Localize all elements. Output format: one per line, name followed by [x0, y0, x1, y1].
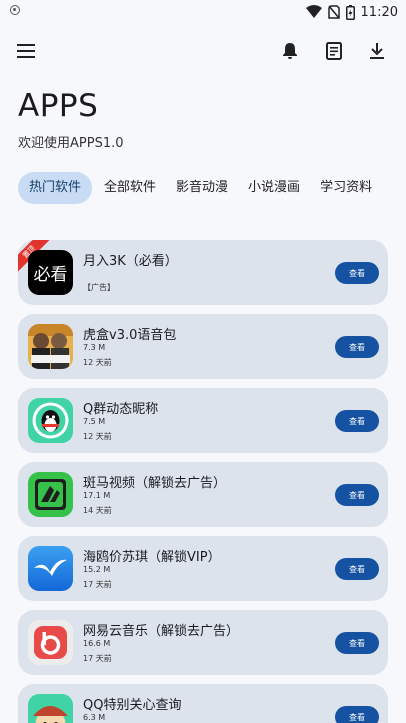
battery-charging-icon [345, 4, 355, 20]
no-sim-icon [327, 5, 340, 19]
app-updated-time: 12 天前 [83, 358, 112, 367]
cartoon-face-icon [28, 694, 73, 723]
app-name: Q群动态昵称 [83, 402, 159, 417]
list-item[interactable]: 网易云音乐（解锁去广告） 16.6 M 17 天前 查看 [18, 610, 388, 675]
app-size: 16.6 M [83, 639, 111, 648]
thumb-text: 必看 [33, 265, 68, 285]
status-icons: 11:20 [305, 3, 398, 21]
list-item[interactable]: QQ特别关心查询 6.3 M 查看 [18, 684, 388, 723]
view-button[interactable]: 查看 [335, 706, 379, 723]
document-icon [326, 42, 342, 60]
app-name: QQ特别关心查询 [83, 698, 182, 713]
app-updated-time: 17 天前 [83, 580, 112, 589]
app-size: 7.3 M [83, 343, 106, 352]
tab-novel-comics[interactable]: 小说漫画 [238, 172, 310, 204]
seagull-icon [28, 546, 73, 591]
qq-penguin-icon [28, 398, 73, 443]
app-name: 斑马视频（解锁去广告） [83, 476, 227, 491]
view-button[interactable]: 查看 [335, 632, 379, 654]
ad-label: 【广告】 [83, 283, 115, 292]
app-updated-time: 17 天前 [83, 654, 112, 663]
status-bar: 11:20 [0, 0, 406, 24]
app-list: 置顶 必看 月入3K（必看） 【广告】 查看 虎盒v3.0语音包 7.3 M 1… [18, 240, 388, 723]
huhe-avatar-icon [28, 324, 73, 369]
menu-button[interactable] [11, 36, 41, 66]
tab-all-apps[interactable]: 全部软件 [94, 172, 166, 204]
view-button[interactable]: 查看 [335, 410, 379, 432]
zebra-video-icon [28, 472, 73, 517]
hamburger-menu-icon [17, 44, 35, 58]
list-item[interactable]: 虎盒v3.0语音包 7.3 M 12 天前 查看 [18, 314, 388, 379]
status-time: 11:20 [360, 4, 398, 20]
app-name: 虎盒v3.0语音包 [83, 328, 177, 343]
bell-icon [283, 43, 297, 59]
view-button[interactable]: 查看 [335, 558, 379, 580]
page-subtitle: 欢迎使用APPS1.0 [18, 136, 124, 151]
tab-hot-apps[interactable]: 热门软件 [18, 172, 93, 204]
list-item[interactable]: 置顶 必看 月入3K（必看） 【广告】 查看 [18, 240, 388, 305]
app-size: 7.5 M [83, 417, 106, 426]
list-item[interactable]: 海鸥价苏琪（解锁VIP） 15.2 M 17 天前 查看 [18, 536, 388, 601]
app-name: 海鸥价苏琪（解锁VIP） [83, 550, 221, 565]
app-updated-time: 14 天前 [83, 506, 112, 515]
notifications-button[interactable] [275, 36, 305, 66]
wifi-icon [305, 5, 322, 18]
download-button[interactable] [362, 36, 392, 66]
netease-music-icon [28, 620, 73, 665]
top-toolbar [0, 36, 406, 66]
app-size: 6.3 M [83, 713, 106, 722]
tab-video-anime[interactable]: 影音动漫 [166, 172, 238, 204]
view-button[interactable]: 查看 [335, 336, 379, 358]
list-item[interactable]: 斑马视频（解锁去广告） 17.1 M 14 天前 查看 [18, 462, 388, 527]
app-name: 月入3K（必看） [83, 254, 178, 269]
notification-dot-icon [10, 5, 20, 15]
tab-study-materials[interactable]: 学习资料 [310, 172, 382, 204]
app-size: 15.2 M [83, 565, 111, 574]
view-button[interactable]: 查看 [335, 262, 379, 284]
category-tabs: 热门软件 全部软件 影音动漫 小说漫画 学习资料 [18, 172, 406, 204]
notes-button[interactable] [319, 36, 349, 66]
page-title: APPS [18, 88, 99, 124]
app-updated-time: 12 天前 [83, 432, 112, 441]
download-icon [370, 43, 384, 59]
view-button[interactable]: 查看 [335, 484, 379, 506]
app-size: 17.1 M [83, 491, 111, 500]
app-name: 网易云音乐（解锁去广告） [83, 624, 240, 639]
list-item[interactable]: Q群动态昵称 7.5 M 12 天前 查看 [18, 388, 388, 453]
must-see-icon: 必看 [28, 250, 73, 295]
